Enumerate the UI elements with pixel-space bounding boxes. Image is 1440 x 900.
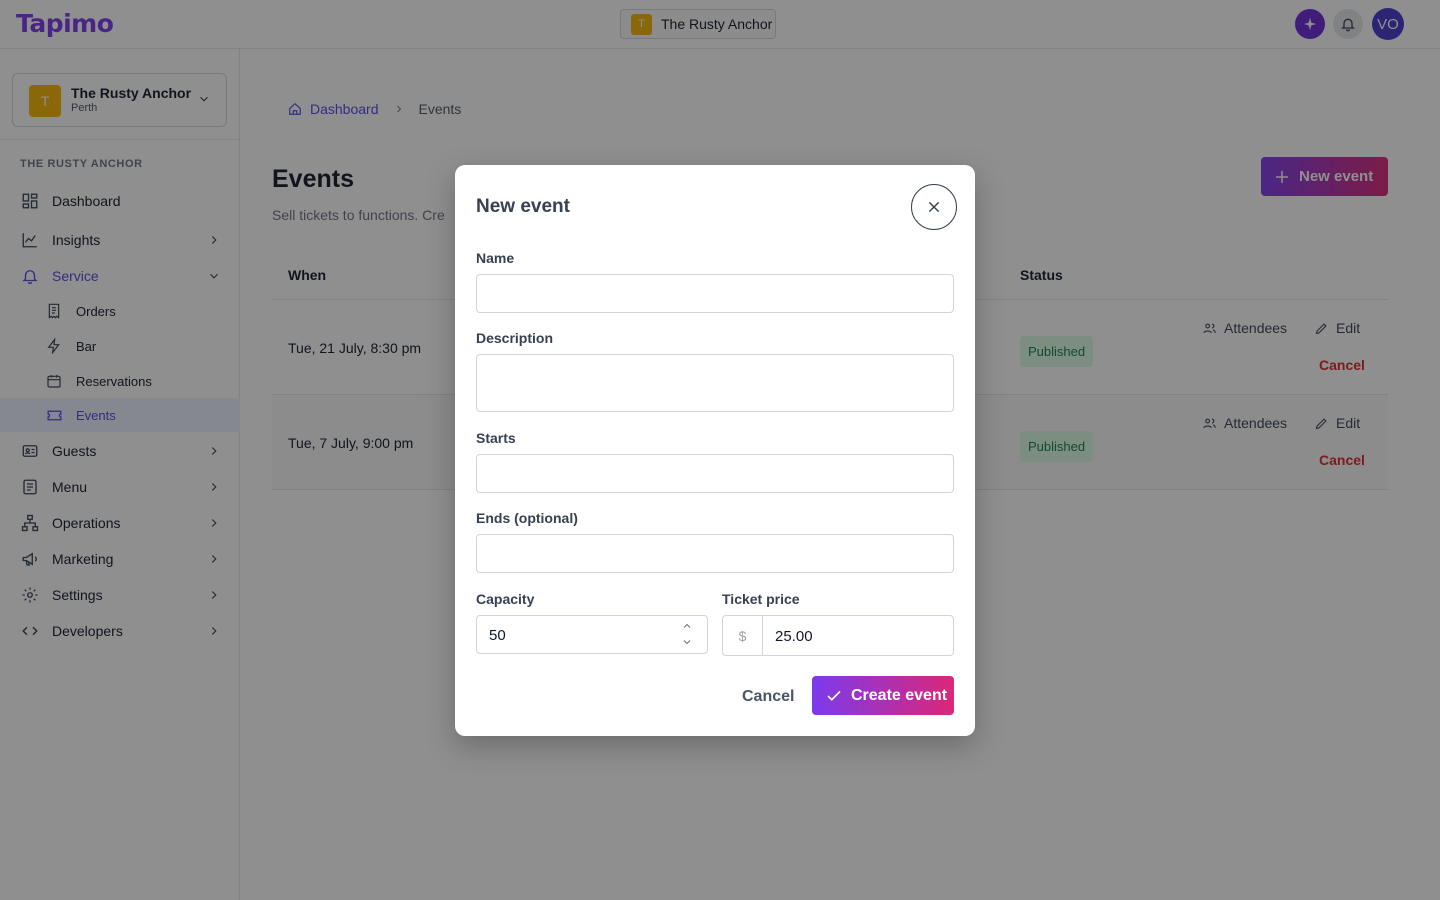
cancel-button[interactable]: Cancel: [742, 688, 794, 706]
ends-label: Ends (optional): [476, 510, 578, 526]
new-event-dialog: New event Name Description Starts Ends (…: [455, 165, 975, 736]
close-dialog-button[interactable]: [911, 184, 957, 230]
ticket-price-field[interactable]: $ 25.00: [722, 615, 954, 656]
capacity-stepper[interactable]: 50: [476, 615, 708, 654]
starts-input[interactable]: [476, 454, 954, 493]
description-textarea[interactable]: [476, 354, 954, 412]
ends-input[interactable]: [476, 534, 954, 573]
ticket-price-value: 25.00: [775, 628, 813, 645]
starts-label: Starts: [476, 430, 516, 446]
close-icon: [926, 199, 942, 215]
chevron-down-icon[interactable]: [681, 636, 693, 648]
name-label: Name: [476, 250, 515, 266]
check-icon: [825, 687, 843, 705]
name-input[interactable]: [476, 274, 954, 313]
chevron-up-icon[interactable]: [681, 620, 693, 632]
capacity-label: Capacity: [476, 591, 535, 607]
create-event-label: Create event: [851, 686, 948, 704]
ticket-price-label: Ticket price: [722, 591, 800, 607]
description-label: Description: [476, 330, 554, 346]
capacity-value: 50: [489, 627, 506, 644]
currency-prefix: $: [723, 616, 763, 655]
create-event-button[interactable]: Create event: [812, 676, 954, 715]
dialog-title: New event: [476, 196, 570, 217]
